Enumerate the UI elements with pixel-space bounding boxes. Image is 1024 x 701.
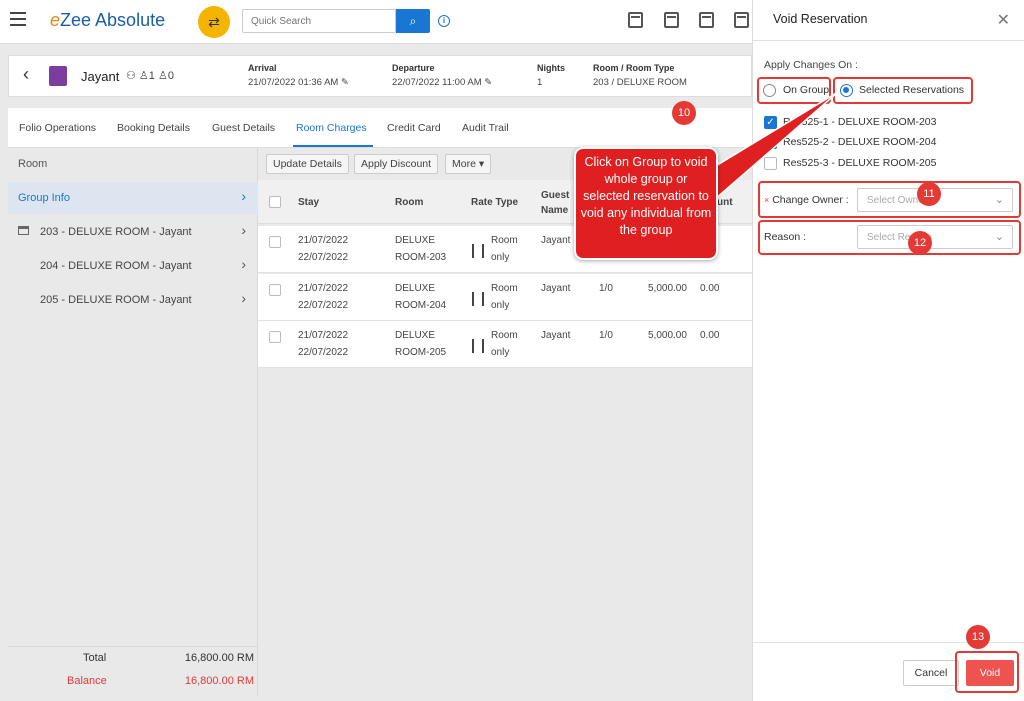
room-item-group-info[interactable]: Group Info › — [8, 182, 258, 214]
shuffle-icon[interactable]: ⇄ — [198, 6, 230, 38]
step-badge-10: 10 — [672, 101, 696, 125]
folio-tabs: Folio Operations Booking Details Guest D… — [8, 108, 752, 148]
on-group-radio[interactable]: On Group — [760, 78, 830, 104]
arrival-label: Arrival — [248, 63, 277, 73]
room-type-label: Room / Room Type — [593, 63, 675, 73]
reason-field: Reason : Select Reason ⌄ — [761, 220, 1021, 254]
guest-pax-counts: ⚇ ♙1 ♙0 — [126, 70, 174, 82]
reason-select[interactable]: Select Reason ⌄ — [857, 225, 1013, 249]
radio-button[interactable] — [840, 84, 853, 97]
reservation-checkbox[interactable] — [764, 157, 777, 170]
row-checkbox[interactable] — [269, 331, 281, 343]
reservation-checkbox[interactable]: ✓ — [764, 136, 777, 149]
balance-row: Balance 16,800.00 RM — [67, 675, 254, 687]
room-item-203[interactable]: 203 - DELUXE ROOM - Jayant › — [8, 216, 258, 248]
void-reservation-drawer: Void Reservation ✕ Apply Changes On : On… — [752, 0, 1024, 701]
radio-button[interactable] — [763, 84, 776, 97]
step-badge-13: 13 — [966, 625, 990, 649]
table-row[interactable]: 21/07/2022 22/07/2022 DELUXE ROOM-205 Room… — [258, 321, 752, 368]
edit-pencil-icon: ✎ — [340, 77, 349, 88]
search-icon: ⌕ — [409, 13, 417, 28]
calendar-view-icon[interactable] — [664, 12, 679, 28]
selected-reservations-radio[interactable]: Selected Reservations — [837, 78, 973, 104]
tab-credit-card[interactable]: Credit Card — [387, 122, 441, 134]
nights-label: Nights — [537, 63, 565, 73]
room-list-panel: Room Group Info › 203 - DELUXE ROOM - Ja… — [8, 148, 258, 696]
void-button[interactable]: Void — [966, 660, 1014, 686]
apply-discount-button[interactable]: Apply Discount — [354, 154, 439, 174]
back-arrow-icon[interactable]: ‹ — [23, 64, 29, 85]
guest-name: Jayant — [81, 69, 120, 84]
select-all-checkbox[interactable] — [269, 196, 281, 208]
tab-folio-operations[interactable]: Folio Operations — [19, 122, 96, 134]
meal-plan-icon — [472, 339, 484, 353]
guest-info-header: ‹ Jayant ⚇ ♙1 ♙0 Arrival 21/07/2022 01:3… — [8, 55, 752, 97]
active-tab-indicator — [293, 145, 373, 147]
building-icon — [49, 66, 67, 86]
cancel-button[interactable]: Cancel — [903, 660, 959, 686]
calendar-icon[interactable] — [699, 12, 714, 28]
reservation-checkbox[interactable]: ✓ — [764, 116, 777, 129]
instruction-callout: Click on Group to void whole group or se… — [574, 147, 718, 260]
chevron-right-icon: › — [241, 256, 246, 272]
search-button[interactable]: ⌕ — [396, 9, 430, 33]
hamburger-menu-icon[interactable] — [10, 12, 26, 26]
row-checkbox[interactable] — [269, 236, 281, 248]
update-details-button[interactable]: Update Details — [266, 154, 349, 174]
departure-value[interactable]: 22/07/2022 11:00 AM ✎ — [392, 77, 492, 88]
room-item-205[interactable]: 205 - DELUXE ROOM - Jayant › — [8, 284, 258, 316]
chevron-down-icon: ⌄ — [994, 231, 1004, 243]
tab-booking-details[interactable]: Booking Details — [117, 122, 190, 134]
chevron-right-icon: › — [241, 188, 246, 204]
chevron-right-icon: › — [241, 222, 246, 238]
quick-search-input[interactable] — [242, 9, 396, 33]
info-icon[interactable]: i — [438, 15, 450, 27]
total-row: Total 16,800.00 RM — [8, 646, 258, 668]
arrival-value[interactable]: 21/07/2022 01:36 AM ✎ — [248, 77, 349, 88]
nights-value: 1 — [537, 77, 543, 88]
more-dropdown-button[interactable]: More ▾ — [445, 154, 492, 174]
change-owner-field: × Change Owner : Select Owner ⌄ — [761, 183, 1021, 217]
meal-plan-icon — [472, 244, 484, 258]
tab-audit-trail[interactable]: Audit Trail — [462, 122, 509, 134]
drawer-title: Void Reservation — [773, 12, 868, 26]
departure-label: Departure — [392, 63, 435, 73]
calendar-add-icon[interactable] — [628, 12, 643, 28]
step-badge-12: 12 — [908, 231, 932, 255]
calendar-settings-icon[interactable] — [734, 12, 749, 28]
room-item-204[interactable]: 204 - DELUXE ROOM - Jayant › — [8, 250, 258, 282]
chevron-down-icon: ⌄ — [994, 194, 1004, 206]
app-logo[interactable]: eZee Absolute — [50, 10, 165, 31]
room-list-header: Room — [18, 158, 48, 170]
apply-changes-label: Apply Changes On : — [764, 59, 858, 71]
chevron-right-icon: › — [241, 290, 246, 306]
bed-icon — [18, 226, 29, 235]
table-row[interactable]: 21/07/2022 22/07/2022 DELUXE ROOM-204 Room… — [258, 274, 752, 321]
close-icon[interactable]: ✕ — [997, 10, 1010, 30]
step-badge-11: 11 — [917, 182, 941, 206]
divider — [753, 40, 1024, 41]
tab-room-charges[interactable]: Room Charges — [296, 122, 367, 134]
edit-pencil-icon: ✎ — [484, 77, 493, 88]
meal-plan-icon — [472, 292, 484, 306]
row-checkbox[interactable] — [269, 284, 281, 296]
room-type-value: 203 / DELUXE ROOM — [593, 77, 687, 88]
tab-guest-details[interactable]: Guest Details — [212, 122, 275, 134]
